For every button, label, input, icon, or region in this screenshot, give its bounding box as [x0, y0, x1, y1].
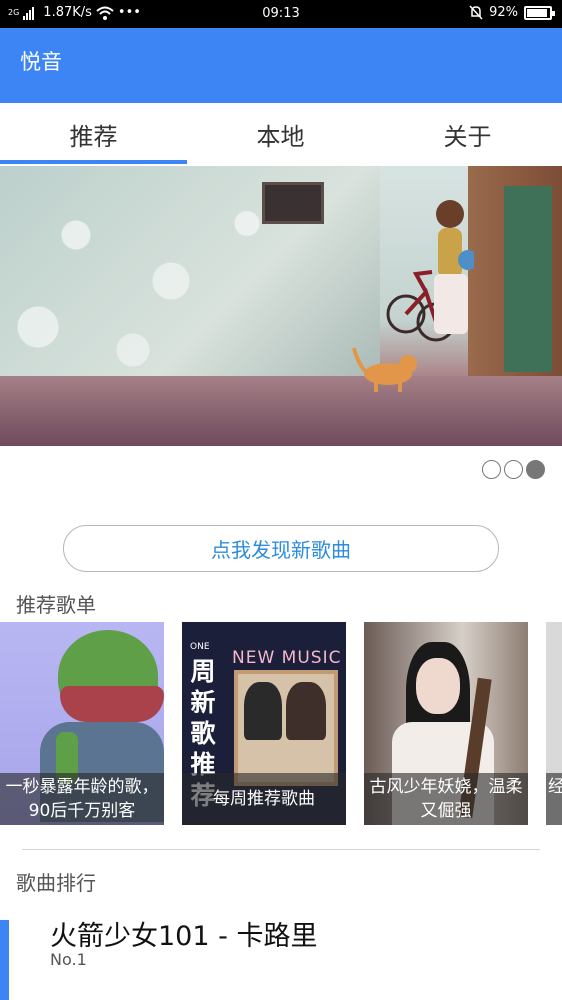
battery-fill	[527, 8, 548, 17]
cat-illustration	[352, 347, 417, 392]
rank-number: No.1	[50, 950, 87, 969]
ancient-face	[416, 658, 460, 714]
playlist-card[interactable]: 经	[546, 622, 562, 825]
banner-pager	[482, 460, 545, 479]
pager-dot[interactable]	[526, 460, 545, 479]
section-divider	[22, 849, 540, 850]
status-bar: 2G 1.87K/s ••• 09:13 92%	[0, 0, 562, 28]
banner-door	[504, 186, 552, 372]
app-bar: 悦音	[0, 28, 562, 103]
playlist-card[interactable]: 古风少年妖娆，温柔又倔强	[364, 622, 528, 825]
tab-indicator	[0, 160, 187, 164]
discover-new-songs-button[interactable]: 点我发现新歌曲	[63, 525, 499, 572]
cover-small-label: ONE	[190, 642, 210, 652]
tab-recommend[interactable]: 推荐	[0, 103, 187, 166]
rank-accent-bar	[0, 920, 9, 1000]
girl-illustration	[434, 200, 474, 334]
cover-person	[286, 682, 326, 740]
banner-ground	[0, 376, 562, 446]
playlist-card[interactable]: ONE 周新歌推荐 NEW MUSIC 每周推荐歌曲	[182, 622, 346, 825]
status-right: 92%	[469, 5, 555, 20]
recommended-playlists-title: 推荐歌单	[16, 593, 96, 617]
frog-lip	[60, 686, 164, 722]
playlist-card[interactable]: 一秒暴露年龄的歌，90后千万别客	[0, 622, 164, 825]
rank-song-title: 火箭少女101 - 卡路里	[50, 921, 318, 952]
playlist-caption: 古风少年妖娆，温柔又倔强	[364, 773, 528, 825]
pager-dot[interactable]	[482, 460, 501, 479]
ranking-list-item[interactable]: 火箭少女101 - 卡路里 No.1	[0, 908, 562, 1000]
tab-bar: 推荐 本地 关于	[0, 103, 562, 166]
pager-dot[interactable]	[504, 460, 523, 479]
cover-person	[244, 682, 282, 740]
playlist-caption: 经	[546, 773, 562, 825]
cover-en-text: NEW MUSIC	[232, 648, 342, 668]
song-ranking-title: 歌曲排行	[16, 871, 96, 895]
battery-icon	[524, 5, 555, 20]
tab-local[interactable]: 本地	[187, 103, 374, 166]
mute-bell-icon	[469, 5, 483, 20]
playlist-caption: 一秒暴露年龄的歌，90后千万别客	[0, 773, 164, 825]
tab-about[interactable]: 关于	[374, 103, 561, 166]
banner-carousel[interactable]	[0, 166, 562, 446]
playlist-caption: 每周推荐歌曲	[182, 773, 346, 825]
app-title: 悦音	[20, 50, 62, 74]
banner-window	[262, 182, 324, 224]
battery-percent: 92%	[489, 5, 518, 20]
